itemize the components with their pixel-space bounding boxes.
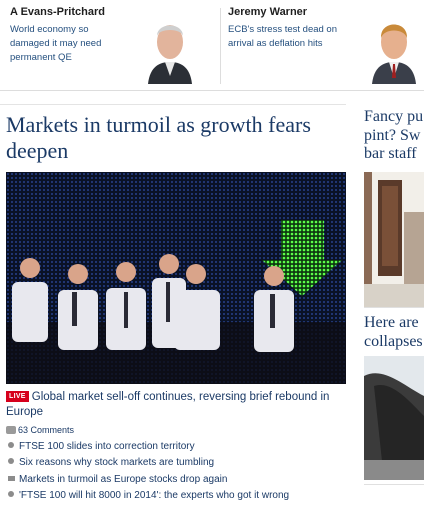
columnist-avatar-warner[interactable] [364, 6, 424, 84]
live-badge: LIVE [6, 391, 29, 402]
comment-icon [6, 426, 16, 434]
side-story-image[interactable] [364, 172, 424, 307]
live-story-link[interactable]: LIVE Global market sell-off continues, re… [6, 390, 346, 420]
side-story-headline-2[interactable]: Here are collapses [364, 314, 423, 351]
related-link-text[interactable]: 'FTSE 100 will hit 8000 in 2014': the ex… [19, 490, 289, 501]
main-headline[interactable]: Markets in turmoil as growth fears deepe… [6, 112, 346, 164]
hero-image[interactable] [6, 172, 346, 384]
side-headline-line[interactable]: Here are [364, 314, 423, 333]
columnist-separator [220, 8, 221, 84]
side-headline-line[interactable]: pint? Sw [364, 127, 423, 146]
side-headline-line[interactable]: collapses [364, 333, 423, 352]
related-link-text[interactable]: Six reasons why stock markets are tumbli… [19, 457, 214, 468]
section-divider [0, 104, 346, 105]
comments-link[interactable]: 63 Comments [6, 425, 74, 435]
bullet-icon [8, 491, 14, 498]
side-headline-line[interactable]: bar staff [364, 145, 423, 164]
bull-statue-photo [364, 356, 424, 480]
pub-photo [364, 172, 424, 307]
related-link-text[interactable]: Markets in turmoil as Europe stocks drop… [19, 474, 227, 485]
bullet-icon [8, 458, 14, 465]
related-link-text[interactable]: FTSE 100 slides into correction territor… [19, 441, 195, 452]
related-link[interactable]: Markets in turmoil as Europe stocks drop… [8, 472, 348, 488]
columnist-article-link[interactable]: World economy so damaged it may need per… [10, 23, 125, 64]
live-story-text[interactable]: Global market sell-off continues, revers… [6, 391, 329, 418]
bullet-icon [8, 442, 14, 448]
related-links: FTSE 100 slides into correction territor… [8, 439, 348, 505]
related-link[interactable]: 'FTSE 100 will hit 8000 in 2014': the ex… [8, 488, 348, 504]
side-divider [364, 307, 424, 308]
columnist-article-link[interactable]: ECB's stress test dead on arrival as def… [228, 23, 343, 51]
side-headline-line[interactable]: Fancy pu [364, 108, 423, 127]
side-divider [364, 484, 424, 485]
side-story-headline[interactable]: Fancy pu pint? Sw bar staff [364, 108, 423, 164]
columnists-strip: A Evans-Pritchard World economy so damag… [0, 0, 424, 91]
related-link[interactable]: Six reasons why stock markets are tumbli… [8, 455, 348, 471]
side-story-image-2[interactable] [364, 356, 424, 480]
comments-count[interactable]: 63 Comments [18, 425, 74, 435]
video-camera-icon [8, 475, 15, 481]
traders-photo [6, 172, 346, 384]
columnist-avatar-evans-pritchard[interactable] [140, 6, 200, 84]
related-link[interactable]: FTSE 100 slides into correction territor… [8, 439, 348, 455]
